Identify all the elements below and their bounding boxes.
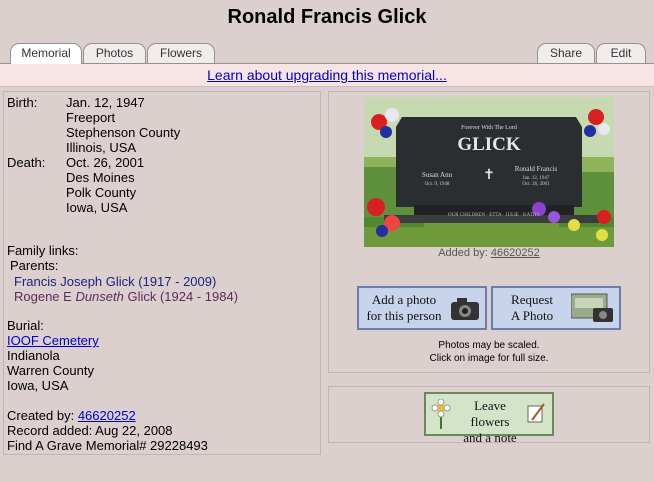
death-county: Polk County	[66, 185, 137, 200]
camera-picture-icon	[571, 293, 613, 322]
burial-city: Indianola	[7, 348, 60, 363]
stone-left-date: Oct. 9, 1948	[425, 182, 450, 187]
death-date: Oct. 26, 2001	[66, 155, 145, 170]
leave-flowers-line1: Leave flowers	[470, 398, 510, 429]
family-links-label: Family links:	[7, 243, 79, 258]
burial-label: Burial:	[7, 318, 44, 333]
tab-photos[interactable]: Photos	[83, 43, 146, 63]
record-added: Record added: Aug 22, 2008	[7, 423, 173, 438]
stone-right-date1: Jan. 12, 1947	[523, 176, 550, 181]
burial-county: Warren County	[7, 363, 94, 378]
created-by-label: Created by:	[7, 408, 75, 423]
tab-memorial[interactable]: Memorial	[10, 43, 82, 64]
flowers-panel: Leave flowers and a note	[328, 386, 650, 445]
stone-right-name: Ronald Francis	[515, 165, 558, 173]
death-city: Des Moines	[66, 170, 135, 185]
tab-edit[interactable]: Edit	[596, 43, 646, 63]
birth-city: Freeport	[66, 110, 116, 125]
parent-link-mother[interactable]: Rogene E Dunseth Glick (1924 - 1984)	[14, 289, 238, 304]
death-label: Death:	[7, 155, 46, 170]
camera-icon	[451, 298, 479, 320]
stone-bottom-text: OUR CHILDREN · ETTA · JULIE · KATHY	[448, 213, 540, 218]
memorial-details: Birth: Jan. 12, 1947 Freeport Stephenson…	[3, 91, 321, 455]
tab-flowers[interactable]: Flowers	[147, 43, 215, 63]
flower-icon	[431, 399, 451, 429]
added-by-label: Added by:	[438, 247, 488, 259]
photo-panel: Forever With The Lord GLICK ✝ Susan Ann …	[328, 91, 650, 373]
created-by-user-link[interactable]: 46620252	[78, 408, 136, 423]
parent2-maiden: Dunseth	[75, 289, 124, 304]
death-state: Iowa, USA	[66, 200, 128, 215]
add-photo-line2: for this person	[366, 308, 442, 323]
added-by-user-link[interactable]: 46620252	[491, 247, 540, 259]
stone-name: GLICK	[457, 134, 521, 155]
tab-bar: Memorial Photos Flowers Share Edit	[0, 43, 654, 64]
birth-state: Illinois, USA	[66, 140, 137, 155]
cemetery-link[interactable]: IOOF Cemetery	[7, 333, 99, 348]
birth-date: Jan. 12, 1947	[66, 95, 145, 110]
add-photo-line1: Add a photo	[371, 292, 437, 307]
photos-scaled-note: Photos may be scaled.	[438, 340, 540, 351]
page-title: Ronald Francis Glick	[227, 6, 427, 28]
parent2-first: Rogene E	[14, 289, 76, 304]
note-icon	[527, 403, 545, 423]
cross-icon: ✝	[483, 168, 495, 183]
burial-state: Iowa, USA	[7, 378, 69, 393]
tab-share[interactable]: Share	[537, 43, 595, 63]
created-by-row: Created by: 46620252	[7, 408, 136, 423]
stone-right-date2: Oct. 26, 2001	[522, 182, 550, 187]
request-photo-line1: Request	[511, 292, 553, 307]
memorial-id: Find A Grave Memorial# 29228493	[7, 438, 208, 453]
birth-county: Stephenson County	[66, 125, 181, 140]
photo-added-by: Added by: 46620252	[329, 247, 649, 259]
birth-label: Birth:	[7, 95, 38, 110]
upgrade-banner: Learn about upgrading this memorial...	[0, 64, 654, 87]
upgrade-link[interactable]: Learn about upgrading this memorial...	[207, 67, 447, 83]
stone-top-text: Forever With The Lord	[461, 125, 517, 131]
click-full-size-note: Click on image for full size.	[429, 353, 549, 364]
leave-flowers-line2: and a note	[463, 430, 517, 445]
stone-left-name: Susan Ann	[422, 171, 453, 179]
add-photo-button[interactable]: Add a photo for this person	[357, 286, 487, 330]
request-photo-line2: A Photo	[510, 308, 554, 323]
parent2-rest: Glick (1924 - 1984)	[123, 289, 239, 304]
parents-label: Parents:	[10, 258, 59, 273]
parent-link-father[interactable]: Francis Joseph Glick (1917 - 2009)	[14, 274, 216, 289]
request-photo-button[interactable]: Request A Photo	[491, 286, 621, 330]
headstone-photo[interactable]: Forever With The Lord GLICK ✝ Susan Ann …	[364, 97, 614, 247]
leave-flowers-button[interactable]: Leave flowers and a note	[424, 392, 554, 445]
